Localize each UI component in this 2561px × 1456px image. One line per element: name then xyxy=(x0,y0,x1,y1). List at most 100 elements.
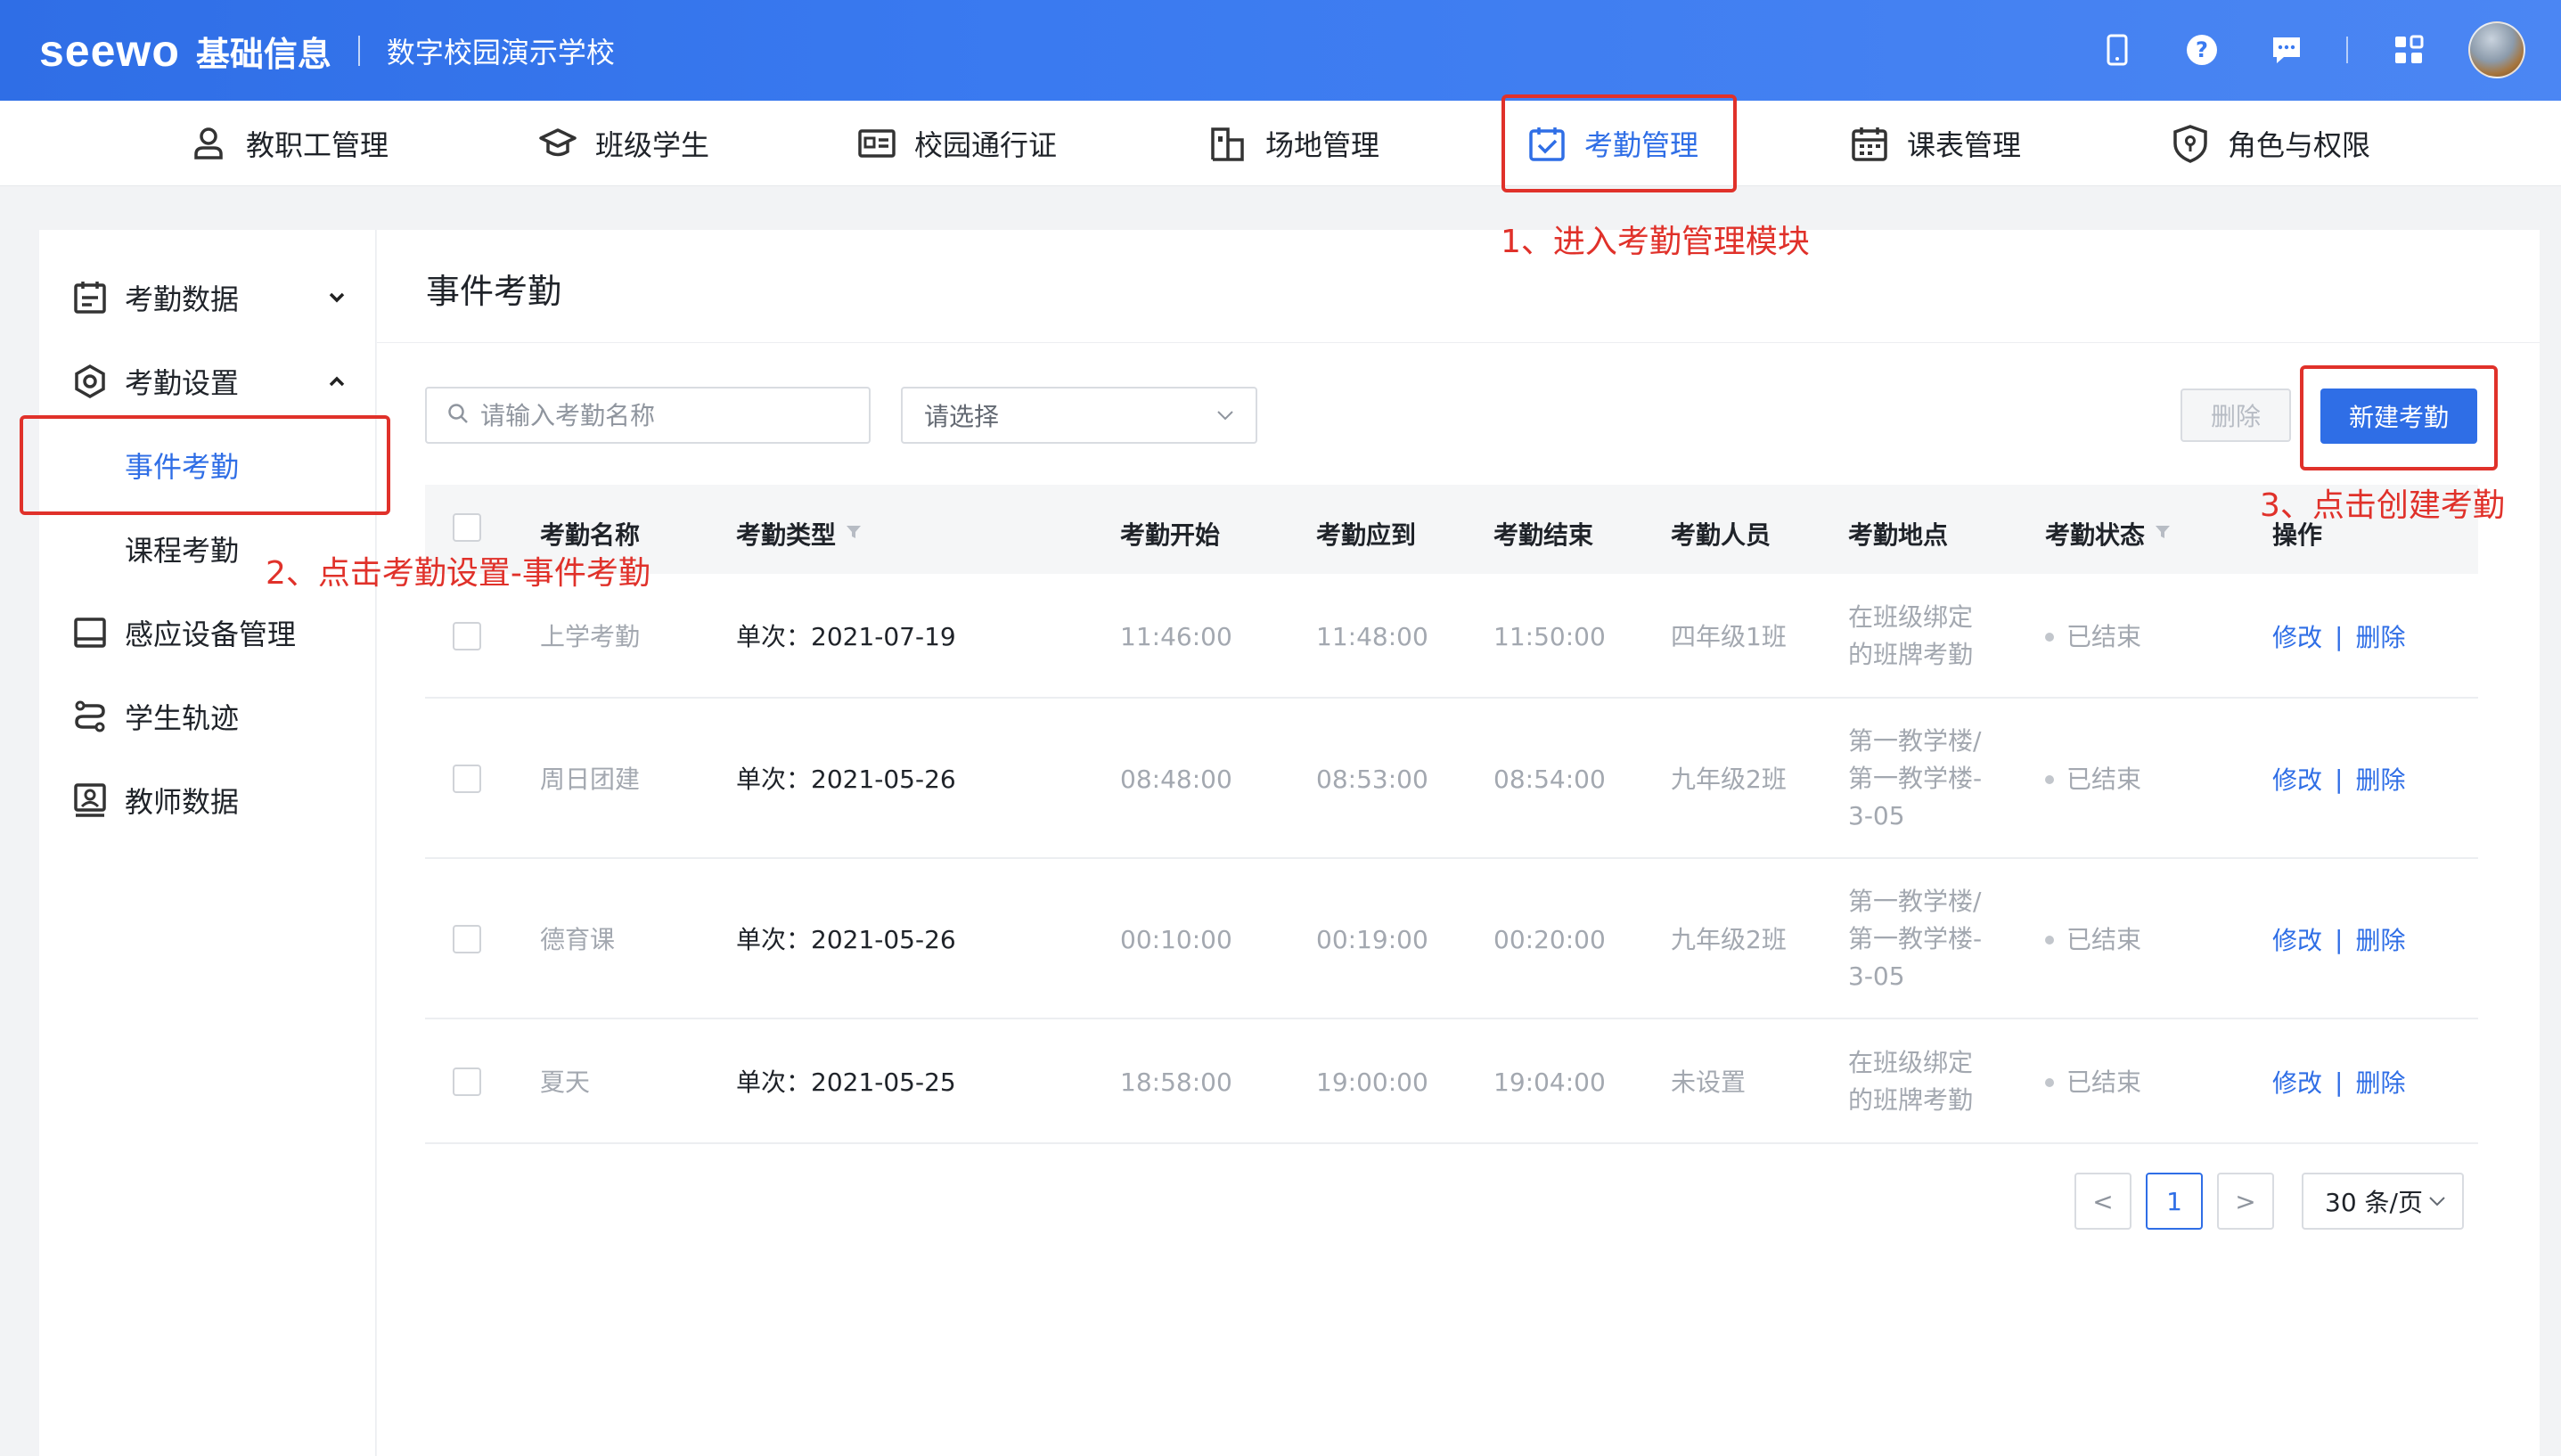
row-checkbox[interactable] xyxy=(453,622,481,650)
sidebar-item-label: 感应设备管理 xyxy=(125,618,297,651)
filter-icon[interactable] xyxy=(2154,523,2172,545)
delete-link[interactable]: 删除 xyxy=(2355,761,2405,797)
cell-start: 08:48:00 xyxy=(1120,765,1232,794)
module-label: 班级学生 xyxy=(595,128,710,162)
delete-link[interactable]: 删除 xyxy=(2355,1064,2405,1100)
column-label: 考勤开始 xyxy=(1120,520,1221,550)
column-label: 考勤地点 xyxy=(1848,520,1949,550)
annotation-box-new xyxy=(2300,365,2498,470)
column-label: 考勤结束 xyxy=(1493,520,1594,550)
column-label: 考勤人员 xyxy=(1671,520,1771,550)
column-label: 考勤类型 xyxy=(736,520,837,550)
status-dot xyxy=(2045,775,2054,784)
delete-link[interactable]: 删除 xyxy=(2355,921,2405,957)
edit-link[interactable]: 修改 xyxy=(2272,921,2322,957)
filter-icon[interactable] xyxy=(845,523,863,545)
shield-icon xyxy=(2173,125,2207,163)
page-size-label: 30 条/页 xyxy=(2325,1188,2423,1217)
person-icon xyxy=(194,127,223,160)
main-panel: 事件考勤 请选择 删除 新建考勤 考勤名称 考勤类型 考勤开始 考勤应到 考勤结… xyxy=(377,230,2540,1456)
type-select[interactable]: 请选择 xyxy=(901,387,1257,444)
cell-end: 11:50:00 xyxy=(1493,622,1606,651)
sidebar-item-student-trajectory[interactable]: 学生轨迹 xyxy=(39,681,376,752)
module-venues[interactable]: 场地管理 xyxy=(1208,101,1379,186)
edit-link[interactable]: 修改 xyxy=(2272,618,2322,654)
cell-due: 08:53:00 xyxy=(1316,765,1428,794)
delete-link[interactable]: 删除 xyxy=(2355,618,2405,654)
search-icon xyxy=(446,402,470,429)
cell-name: 夏天 xyxy=(540,1067,591,1097)
next-page-button[interactable]: > xyxy=(2217,1173,2274,1230)
sidebar-item-device-management[interactable]: 感应设备管理 xyxy=(39,597,376,668)
page-1-button[interactable]: 1 xyxy=(2146,1173,2203,1230)
prev-page-button[interactable]: < xyxy=(2074,1173,2131,1230)
chevron-down-icon xyxy=(328,287,346,309)
row-checkbox[interactable] xyxy=(453,1067,481,1096)
table-row: 德育课 单次：2021-05-26 00:10:00 00:19:00 00:2… xyxy=(425,859,2478,1019)
settings-hex-icon xyxy=(71,363,109,400)
row-checkbox[interactable] xyxy=(453,925,481,953)
mobile-icon[interactable] xyxy=(2074,18,2159,82)
cell-location: 在班级绑定 的班牌考勤 xyxy=(1848,1048,1974,1115)
chevron-down-icon xyxy=(2426,1189,2448,1218)
column-label: 考勤状态 xyxy=(2045,520,2146,550)
column-header: 考勤状态 xyxy=(2045,485,2172,574)
row-actions: 修改 | 删除 xyxy=(2272,921,2405,957)
cell-due: 11:48:00 xyxy=(1316,622,1428,651)
edit-link[interactable]: 修改 xyxy=(2272,761,2322,797)
annotation-box-module xyxy=(1501,94,1737,192)
device-icon xyxy=(71,614,109,651)
module-staff[interactable]: 教职工管理 xyxy=(189,101,389,186)
user-avatar[interactable] xyxy=(2468,21,2525,78)
edit-link[interactable]: 修改 xyxy=(2272,1064,2322,1100)
sidebar-item-label: 教师数据 xyxy=(125,785,240,819)
cell-type: 单次：2021-05-26 xyxy=(736,765,956,794)
row-actions: 修改 | 删除 xyxy=(2272,1064,2405,1100)
building-icon xyxy=(1211,127,1244,161)
cell-name: 周日团建 xyxy=(540,765,641,794)
sidebar-item-attendance-settings[interactable]: 考勤设置 xyxy=(39,346,376,417)
cell-start: 00:10:00 xyxy=(1120,925,1232,954)
module-campus-pass[interactable]: 校园通行证 xyxy=(857,101,1057,186)
message-icon[interactable] xyxy=(2244,18,2328,82)
chevron-down-icon xyxy=(1215,403,1236,432)
module-label: 场地管理 xyxy=(1265,128,1380,162)
module-classes[interactable]: 班级学生 xyxy=(538,101,709,186)
cell-start: 11:46:00 xyxy=(1120,622,1232,651)
module-roles[interactable]: 角色与权限 xyxy=(2171,101,2370,186)
chevron-up-icon xyxy=(328,371,346,393)
delete-button[interactable]: 删除 xyxy=(2181,389,2291,442)
sidebar: 考勤数据 考勤设置 事件考勤 课程考勤 感应设备管理 学生轨迹 教师数据 xyxy=(39,230,376,1456)
search-input[interactable] xyxy=(480,400,855,430)
table-row: 上学考勤 单次：2021-07-19 11:46:00 11:48:00 11:… xyxy=(425,574,2478,699)
route-icon xyxy=(71,698,109,735)
annotation-step-3: 3、点击创建考勤 xyxy=(2260,487,2505,524)
brand[interactable]: seewo 基础信息 数字校园演示学校 xyxy=(39,20,615,82)
cell-status: 已结束 xyxy=(2045,761,2141,798)
module-label: 角色与权限 xyxy=(2228,128,2371,162)
cell-location: 第一教学楼/ 第一教学楼- 3-05 xyxy=(1848,726,1983,830)
top-separator xyxy=(2346,37,2348,63)
column-label: 考勤应到 xyxy=(1316,520,1417,550)
sidebar-item-attendance-data[interactable]: 考勤数据 xyxy=(39,262,376,333)
select-all-checkbox[interactable] xyxy=(453,513,481,542)
module-timetable[interactable]: 课表管理 xyxy=(1850,101,2021,186)
sidebar-item-teacher-data[interactable]: 教师数据 xyxy=(39,765,376,836)
cell-end: 08:54:00 xyxy=(1493,765,1606,794)
action-divider: | xyxy=(2335,621,2344,651)
school-name[interactable]: 数字校园演示学校 xyxy=(387,30,615,71)
search-box[interactable] xyxy=(425,387,871,444)
cell-start: 18:58:00 xyxy=(1120,1067,1232,1097)
help-icon[interactable]: ? xyxy=(2159,18,2244,82)
cell-status: 已结束 xyxy=(2045,921,2141,959)
annotation-step-1: 1、进入考勤管理模块 xyxy=(1501,224,1810,260)
page-size-select[interactable]: 30 条/页 xyxy=(2302,1173,2464,1230)
status-dot xyxy=(2045,633,2054,642)
annotation-box-sidebar xyxy=(20,415,390,515)
apps-grid-icon[interactable] xyxy=(2366,18,2451,82)
column-header: 考勤人员 xyxy=(1671,485,1771,574)
column-header: 考勤地点 xyxy=(1848,485,1948,574)
cell-people: 四年级1班 xyxy=(1671,622,1787,651)
svg-text:?: ? xyxy=(2196,37,2208,62)
row-checkbox[interactable] xyxy=(453,765,481,793)
